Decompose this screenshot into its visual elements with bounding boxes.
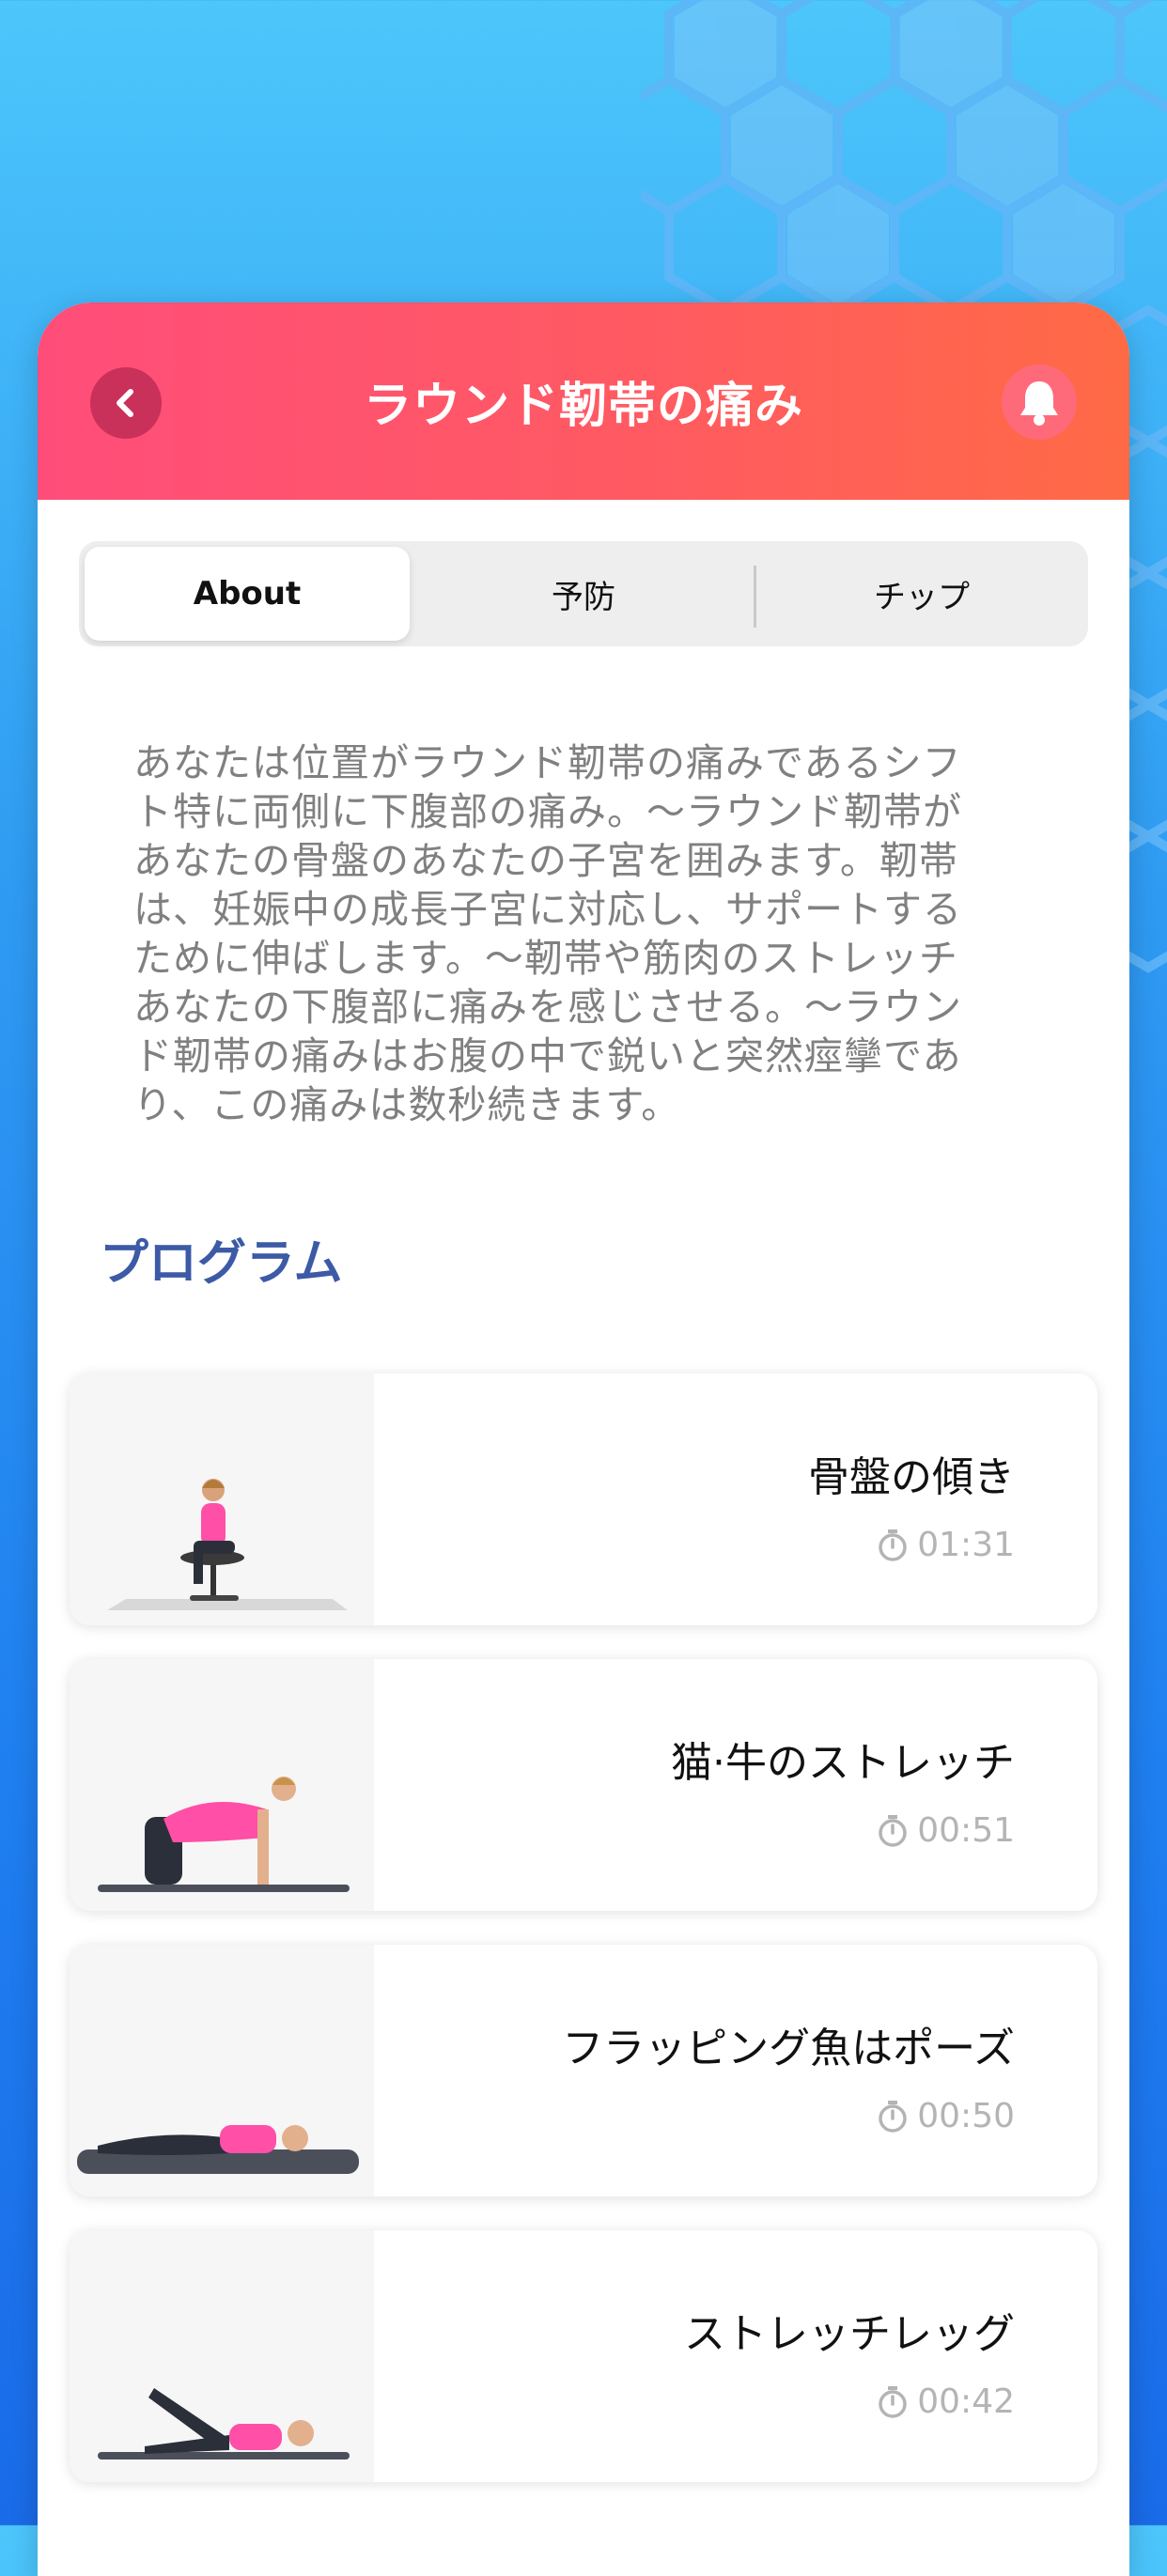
stopwatch-icon <box>879 1529 907 1561</box>
program-section-title: プログラム <box>100 1235 343 1292</box>
program-item[interactable]: ストレッチレッグ 00:42 <box>70 2230 1097 2482</box>
segment-divider <box>754 566 756 628</box>
description-line: ために伸ばします。～靭帯や筋肉のストレッチ <box>133 936 958 981</box>
stopwatch-icon <box>879 1814 907 1847</box>
back-button[interactable] <box>90 367 162 439</box>
program-item[interactable]: 骨盤の傾き 01:31 <box>70 1373 1097 1625</box>
description-line: あなたの下腹部に痛みを感じさせる。～ラウン <box>133 985 962 1030</box>
tab-prevention[interactable]: 予防 <box>421 547 746 641</box>
header-bar: ラウンド靭帯の痛み <box>38 303 1129 500</box>
chair-pose-image <box>70 1373 374 1625</box>
program-item[interactable]: 猫·牛のストレッチ 00:51 <box>70 1659 1097 1911</box>
chevron-left-icon <box>117 389 133 417</box>
page-title: ラウンド靭帯の痛み <box>363 379 803 434</box>
program-item-time: 01:31 <box>917 1526 1015 1564</box>
stopwatch-icon <box>879 2385 907 2418</box>
description-line: り、この痛みは数秒続きます。 <box>133 1082 681 1127</box>
tab-about[interactable]: About <box>85 547 410 641</box>
flapping-fish-pose-image <box>70 1945 374 2196</box>
notification-button[interactable] <box>1002 365 1077 440</box>
program-item-time: 00:51 <box>917 1811 1015 1850</box>
detail-card: ラウンド靭帯の痛み About 予防 チップ あなたは位置がラウンド靭帯の痛みで… <box>38 303 1129 2576</box>
program-item[interactable]: フラッピング魚はポーズ 00:50 <box>70 1945 1097 2196</box>
description-line: あなたは位置がラウンド靭帯の痛みであるシフ <box>133 740 962 785</box>
program-item-duration: 00:50 <box>878 2097 1015 2135</box>
program-item-name: 骨盤の傾き <box>808 1453 1015 1501</box>
description-line: ド靭帯の痛みはお腹の中で鋭いと突然痙攣であ <box>133 1033 962 1079</box>
tab-tips[interactable]: チップ <box>759 547 1084 641</box>
program-item-time: 00:50 <box>917 2097 1015 2135</box>
description-line: は、妊娠中の成長子宮に対応し、サポートする <box>133 887 962 932</box>
stopwatch-icon <box>879 2100 907 2133</box>
program-item-duration: 00:42 <box>878 2382 1015 2421</box>
program-item-duration: 00:51 <box>878 1811 1015 1850</box>
description-line: ト特に両側に下腹部の痛み。～ラウンド靭帯が <box>133 789 962 834</box>
leg-stretch-pose-image <box>70 2230 374 2482</box>
program-item-name: ストレッチレッグ <box>684 2310 1015 2358</box>
segmented-control: About 予防 チップ <box>79 541 1088 646</box>
bell-icon <box>1020 381 1058 426</box>
cat-cow-pose-image <box>70 1659 374 1911</box>
description-text: あなたは位置がラウンド靭帯の痛みであるシフ ト特に両側に下腹部の痛み。～ラウンド… <box>133 738 1054 1129</box>
program-item-time: 00:42 <box>917 2382 1015 2421</box>
program-item-name: 猫·牛のストレッチ <box>671 1739 1015 1787</box>
description-line: あなたの骨盤のあなたの子宮を囲みます。靭帯 <box>133 838 958 883</box>
program-item-name: フラッピング魚はポーズ <box>562 2025 1015 2072</box>
program-item-duration: 01:31 <box>878 1526 1015 1564</box>
